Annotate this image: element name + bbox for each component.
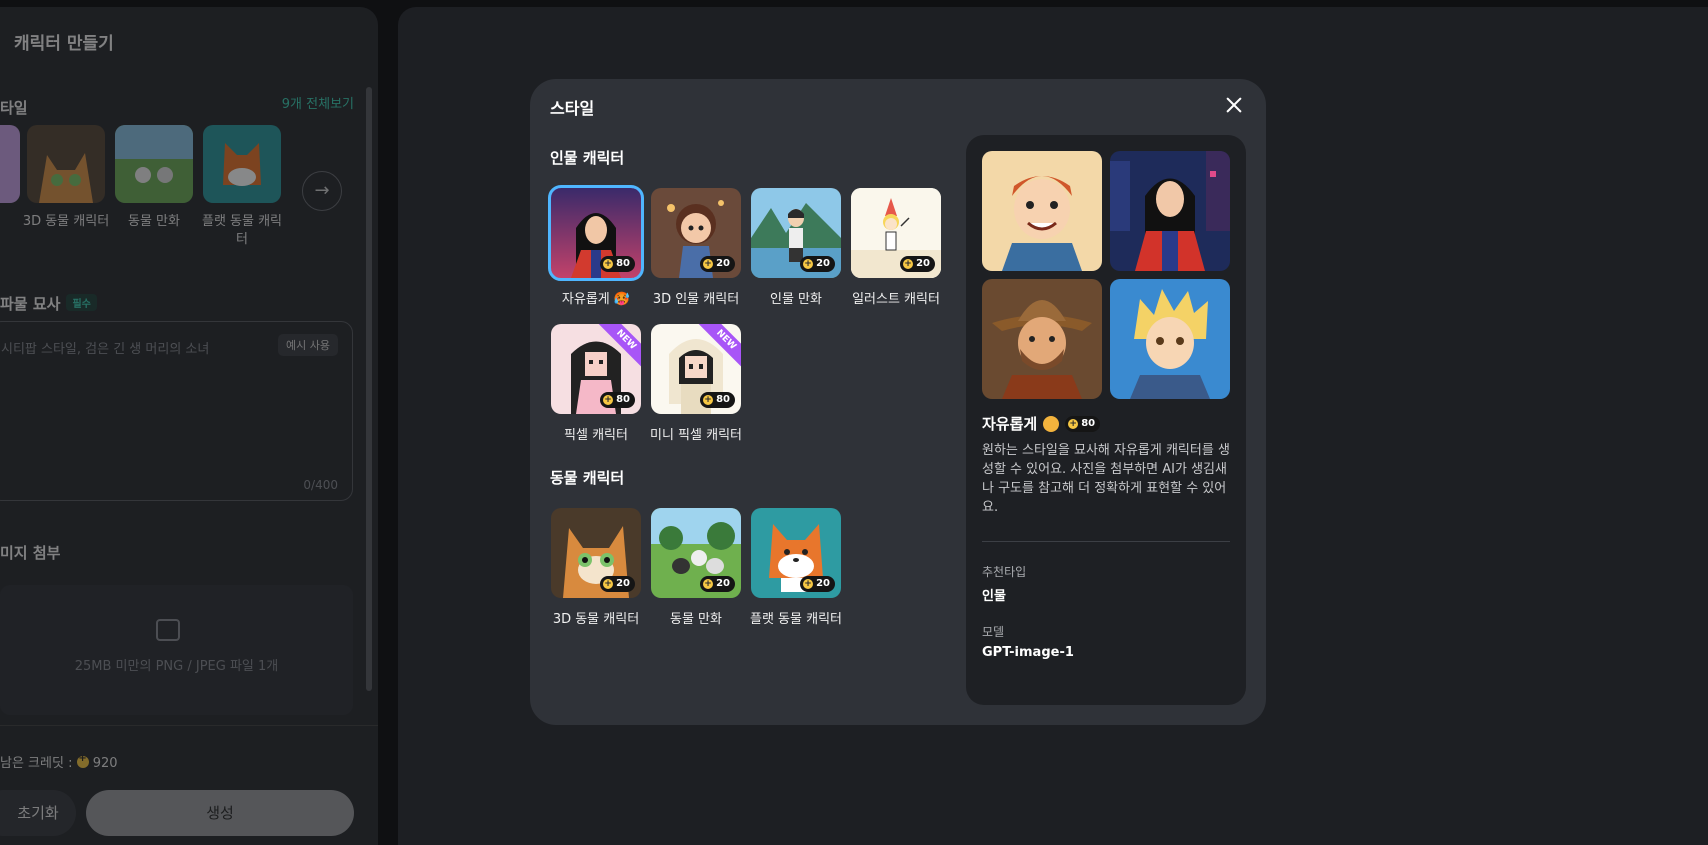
recommend-type-label: 추천타입	[982, 565, 1027, 579]
credit-badge: 20	[800, 256, 835, 272]
style-label: 동물 만화	[670, 612, 722, 627]
style-section-title: 타일	[0, 99, 28, 117]
credit-badge: 80	[1065, 415, 1101, 432]
next-arrow-button[interactable]: →	[302, 171, 342, 211]
style-card-flat-animal[interactable]: 20 플랫 동물 캐릭터	[750, 508, 843, 627]
credit-badge: 80	[600, 392, 635, 408]
style-image: 20	[851, 188, 941, 278]
coin-icon	[803, 576, 814, 592]
coin-icon	[603, 576, 614, 592]
create-character-panel: 캐릭터 만들기 타일 9개 전체보기 캐릭 3D 동물 캐릭터 동물 만화 플랫…	[0, 7, 378, 845]
credit-badge: 20	[700, 576, 735, 592]
example-button[interactable]: 예시 사용	[278, 334, 338, 356]
style-label: 3D 동물 캐릭터	[552, 612, 640, 627]
credit-badge: 20	[900, 256, 935, 272]
required-badge: 필수	[66, 294, 97, 311]
close-icon[interactable]	[1222, 93, 1246, 117]
description-textarea[interactable]: 시티팝 스타일, 검은 긴 생 머리의 소녀 예시 사용 0/400	[0, 321, 353, 501]
model-value: GPT-image-1	[982, 645, 1074, 660]
coin-icon	[703, 256, 714, 272]
description-section-title: 파물 묘사 필수	[0, 293, 97, 314]
style-card-mini-pixel[interactable]: NEW 80 미니 픽셀 캐릭터	[650, 324, 743, 443]
style-card-3d-animal[interactable]: 20 3D 동물 캐릭터	[551, 508, 643, 627]
image-section-title: 미지 첨부	[0, 544, 61, 562]
coin-icon	[803, 256, 814, 272]
generate-button[interactable]: 생성	[86, 790, 354, 836]
credit-badge: 20	[600, 576, 635, 592]
reset-button[interactable]: 초기화	[0, 790, 76, 836]
coin-icon	[603, 392, 614, 408]
upload-hint: 25MB 미만의 PNG / JPEG 파일 1개	[74, 659, 279, 674]
style-card-3d-person[interactable]: 20 3D 인물 캐릭터	[651, 188, 743, 307]
image-add-icon	[156, 619, 180, 641]
style-modal: 스타일 인물 캐릭터 80 자유롭게 🥵 20 3D 인물 캐릭터 20 인물 …	[530, 79, 1266, 725]
style-label: 자유롭게 🥵	[561, 292, 631, 307]
style-label: 픽셀 캐릭터	[564, 428, 628, 443]
style-card-pixel[interactable]: NEW 80 픽셀 캐릭터	[551, 324, 643, 443]
view-all-link[interactable]: 9개 전체보기	[282, 93, 354, 112]
coin-icon	[703, 576, 714, 592]
style-card-animal-cartoon[interactable]: 20 동물 만화	[651, 508, 743, 627]
detail-title: 자유롭게 80	[982, 413, 1101, 434]
style-image: 20	[651, 508, 741, 598]
style-image: 80	[548, 185, 644, 281]
style-card-person-cartoon[interactable]: 20 인물 만화	[751, 188, 843, 307]
credit-badge: 80	[600, 256, 635, 272]
style-thumb-animal-cartoon[interactable]	[115, 125, 193, 203]
coin-icon	[76, 753, 89, 768]
recommend-type-value: 인물	[982, 589, 1006, 604]
coin-icon	[603, 256, 614, 272]
hot-face-icon	[1043, 415, 1060, 432]
style-thumb-3d-animal[interactable]	[27, 125, 105, 203]
style-image: 20	[751, 508, 841, 598]
style-image: 20	[651, 188, 741, 278]
image-upload-area[interactable]: 25MB 미만의 PNG / JPEG 파일 1개	[0, 585, 353, 715]
style-thumb-label: 플랫 동물 캐릭터	[201, 214, 283, 247]
category-title-animal: 동물 캐릭터	[550, 469, 625, 487]
preview-image	[982, 279, 1102, 399]
category-title-person: 인물 캐릭터	[550, 149, 625, 167]
style-image: 20	[751, 188, 841, 278]
char-count: 0/400	[303, 478, 338, 492]
divider	[982, 541, 1230, 542]
style-image: NEW 80	[651, 324, 741, 414]
style-label: 3D 인물 캐릭터	[652, 292, 740, 307]
scrollbar[interactable]	[366, 87, 372, 691]
credit-badge: 80	[700, 392, 735, 408]
remaining-credit: 남은 크레딧 : 920	[0, 752, 118, 771]
style-detail-panel: 자유롭게 80 원하는 스타일을 묘사해 자유롭게 캐릭터를 생성할 수 있어요…	[966, 135, 1246, 705]
style-thumb-label: 동물 만화	[128, 214, 180, 229]
modal-title: 스타일	[550, 99, 595, 118]
style-thumb-label: 3D 동물 캐릭터	[22, 214, 110, 229]
credit-badge: 20	[800, 576, 835, 592]
preview-image	[1110, 151, 1230, 271]
style-label: 일러스트 캐릭터	[852, 292, 940, 307]
detail-description: 원하는 스타일을 묘사해 자유롭게 캐릭터를 생성할 수 있어요. 사진을 첨부…	[982, 443, 1230, 515]
credit-badge: 20	[700, 256, 735, 272]
style-image: 20	[551, 508, 641, 598]
description-placeholder: 시티팝 스타일, 검은 긴 생 머리의 소녀	[1, 342, 210, 357]
style-label: 인물 만화	[770, 292, 822, 307]
style-label: 플랫 동물 캐릭터	[750, 612, 842, 627]
style-card-free[interactable]: 80 자유롭게 🥵	[548, 185, 644, 307]
style-image: NEW 80	[551, 324, 641, 414]
style-label: 미니 픽셀 캐릭터	[650, 428, 742, 443]
style-card-illust[interactable]: 20 일러스트 캐릭터	[851, 188, 943, 307]
preview-image	[1110, 279, 1230, 399]
model-label: 모델	[982, 625, 1005, 639]
coin-icon	[1068, 416, 1079, 432]
style-thumb-flat-animal[interactable]	[203, 125, 281, 203]
coin-icon	[903, 256, 914, 272]
preview-image	[982, 151, 1102, 271]
panel-title: 캐릭터 만들기	[14, 34, 114, 54]
style-thumb-partial[interactable]	[0, 125, 20, 203]
divider	[0, 725, 378, 726]
coin-icon	[703, 392, 714, 408]
